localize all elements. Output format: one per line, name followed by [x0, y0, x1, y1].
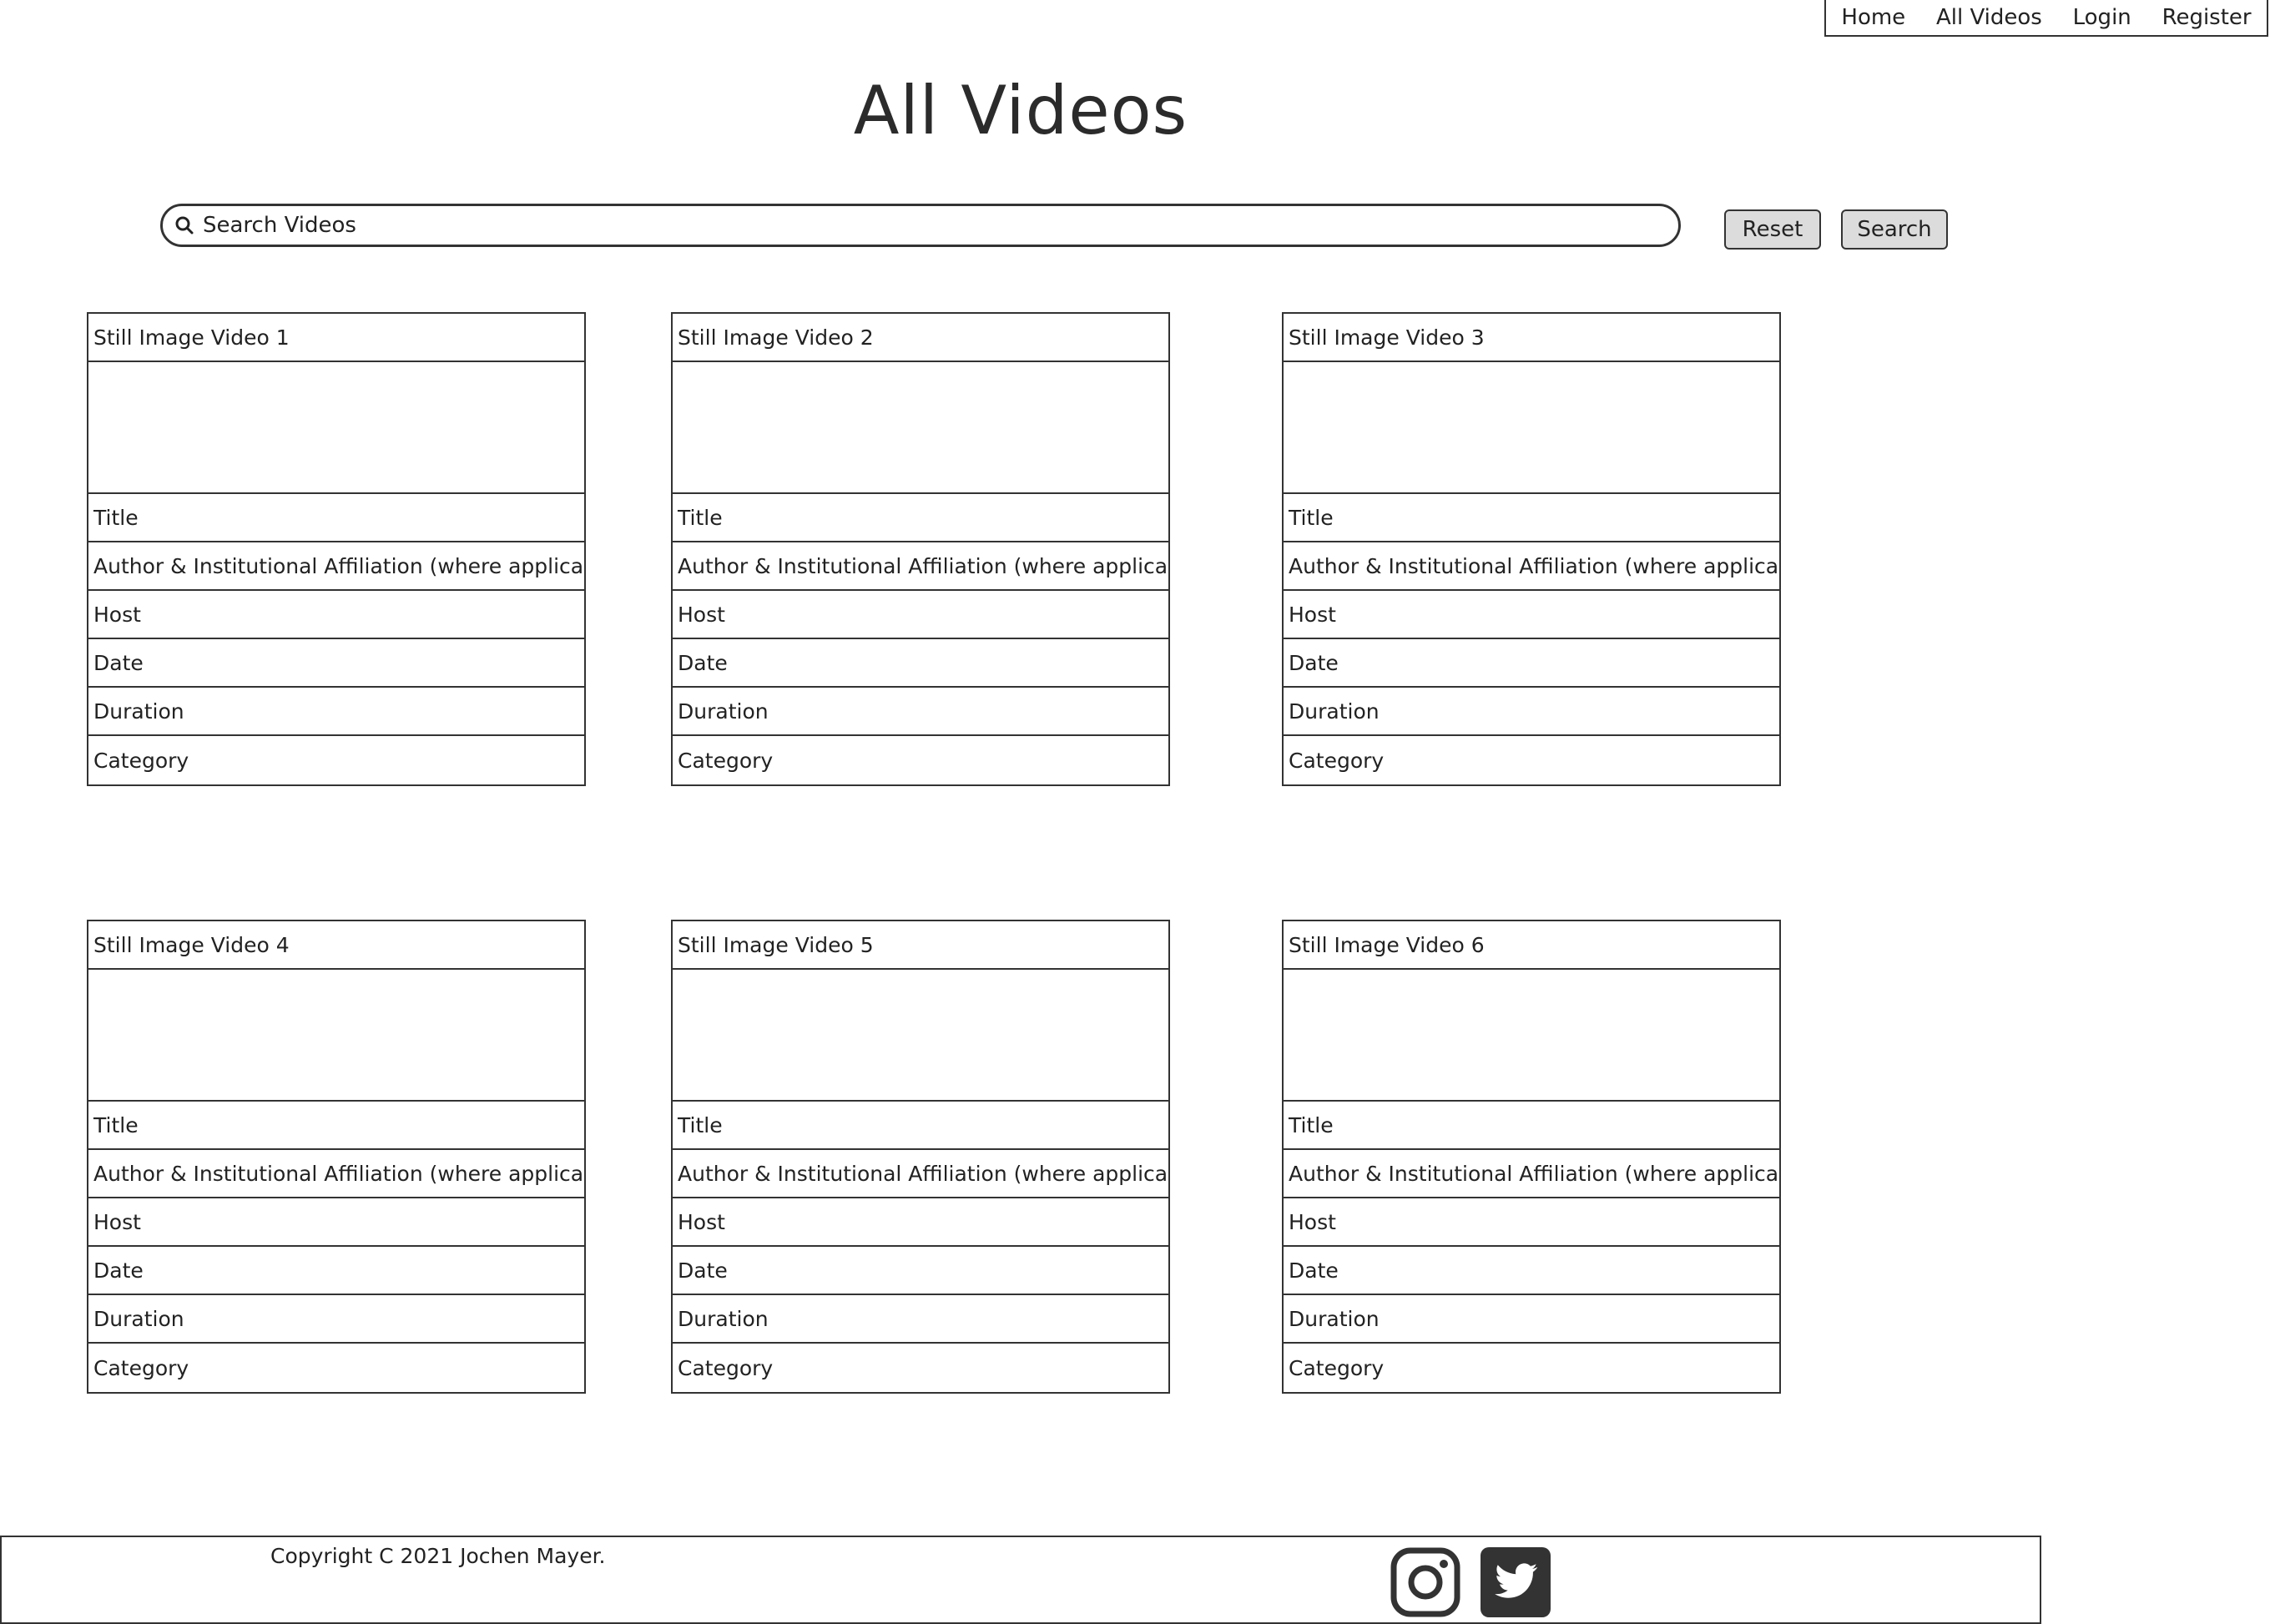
top-nav: Home All Videos Login Register [1824, 0, 2268, 37]
instagram-icon[interactable] [1390, 1547, 1460, 1617]
video-author: Author & Institutional Affiliation (wher… [88, 542, 584, 591]
video-thumbnail[interactable] [88, 970, 584, 1102]
nav-register-link[interactable]: Register [2162, 5, 2252, 30]
search-bar [160, 204, 1681, 247]
video-category: Category [678, 1355, 774, 1380]
video-author: Author & Institutional Affiliation (wher… [673, 542, 1168, 591]
search-input[interactable] [203, 213, 1678, 238]
video-title: Title [1284, 494, 1779, 542]
video-author: Author & Institutional Affiliation (wher… [88, 1150, 584, 1198]
video-duration: Duration [88, 688, 584, 736]
video-author: Author & Institutional Affiliation (wher… [673, 1150, 1168, 1198]
video-title: Title [673, 1102, 1168, 1150]
video-duration: Duration [1284, 688, 1779, 736]
video-date: Date [1284, 1247, 1779, 1295]
video-category: Category [1289, 748, 1385, 773]
video-card-2[interactable]: Still Image Video 2 Title Author & Insti… [671, 312, 1170, 786]
video-duration: Duration [88, 1295, 584, 1344]
video-still-label: Still Image Video 3 [1284, 314, 1779, 362]
video-duration: Duration [673, 688, 1168, 736]
copyright-text: Copyright C 2021 Jochen Mayer. [270, 1544, 606, 1568]
video-title: Title [673, 494, 1168, 542]
video-title: Title [88, 494, 584, 542]
video-thumbnail[interactable] [673, 970, 1168, 1102]
search-button[interactable]: Search [1841, 209, 1948, 250]
video-date: Date [673, 639, 1168, 688]
video-thumbnail[interactable] [1284, 970, 1779, 1102]
video-still-label: Still Image Video 2 [673, 314, 1168, 362]
video-date: Date [1284, 639, 1779, 688]
video-category: Category [1289, 1355, 1385, 1380]
video-title: Title [1284, 1102, 1779, 1150]
nav-all-videos-link[interactable]: All Videos [1936, 5, 2042, 30]
search-icon [175, 216, 194, 235]
video-card-4[interactable]: Still Image Video 4 Title Author & Insti… [87, 920, 586, 1394]
video-host: Host [1284, 591, 1779, 639]
nav-login-link[interactable]: Login [2073, 5, 2131, 30]
video-card-1[interactable]: Still Image Video 1 Title Author & Insti… [87, 312, 586, 786]
page-title: All Videos [853, 72, 1188, 149]
video-category: Category [678, 748, 774, 773]
video-still-label: Still Image Video 6 [1284, 921, 1779, 970]
video-host: Host [1284, 1198, 1779, 1247]
video-host: Host [673, 1198, 1168, 1247]
video-author: Author & Institutional Affiliation (wher… [1284, 542, 1779, 591]
video-card-5[interactable]: Still Image Video 5 Title Author & Insti… [671, 920, 1170, 1394]
video-title: Title [88, 1102, 584, 1150]
reset-button[interactable]: Reset [1724, 209, 1821, 250]
video-still-label: Still Image Video 1 [88, 314, 584, 362]
video-category: Category [93, 1355, 189, 1380]
video-author: Author & Institutional Affiliation (wher… [1284, 1150, 1779, 1198]
video-category: Category [93, 748, 189, 773]
video-card-6[interactable]: Still Image Video 6 Title Author & Insti… [1282, 920, 1781, 1394]
video-thumbnail[interactable] [88, 362, 584, 494]
video-host: Host [88, 591, 584, 639]
video-card-3[interactable]: Still Image Video 3 Title Author & Insti… [1282, 312, 1781, 786]
video-duration: Duration [673, 1295, 1168, 1344]
video-duration: Duration [1284, 1295, 1779, 1344]
video-thumbnail[interactable] [673, 362, 1168, 494]
video-thumbnail[interactable] [1284, 362, 1779, 494]
footer: Copyright C 2021 Jochen Mayer. [0, 1536, 2041, 1624]
video-still-label: Still Image Video 5 [673, 921, 1168, 970]
twitter-icon[interactable] [1481, 1547, 1551, 1617]
video-host: Host [673, 591, 1168, 639]
video-date: Date [88, 639, 584, 688]
video-date: Date [673, 1247, 1168, 1295]
video-date: Date [88, 1247, 584, 1295]
video-host: Host [88, 1198, 584, 1247]
video-still-label: Still Image Video 4 [88, 921, 584, 970]
nav-home-link[interactable]: Home [1841, 5, 1905, 30]
